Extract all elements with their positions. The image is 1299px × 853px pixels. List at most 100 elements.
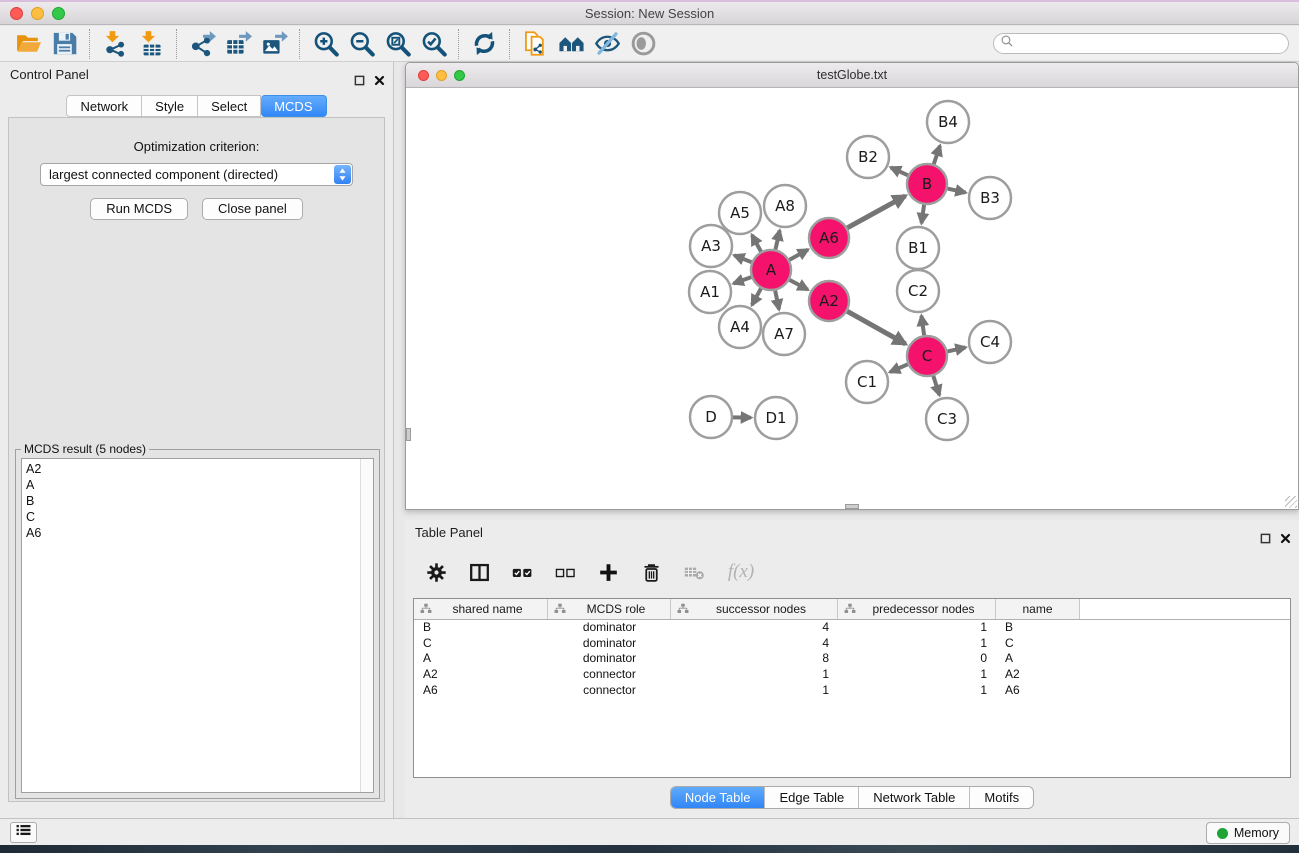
tab-mcds[interactable]: MCDS <box>261 95 326 117</box>
table-row[interactable]: Adominator80A <box>414 651 1290 667</box>
graph-node-D1[interactable]: D1 <box>755 397 797 439</box>
splitter-grip[interactable] <box>845 504 859 509</box>
criterion-dropdown[interactable]: largest connected component (directed) <box>40 163 353 186</box>
table-row[interactable]: Cdominator41C <box>414 636 1290 652</box>
graph-node-A1[interactable]: A1 <box>689 271 731 313</box>
search-input[interactable] <box>1018 37 1282 51</box>
column-header-predecessor-nodes[interactable]: predecessor nodes <box>838 599 996 619</box>
graph-edge-A2-C[interactable] <box>847 311 905 344</box>
mcds-result-item[interactable]: B <box>22 493 373 509</box>
select-all-columns-icon[interactable] <box>509 559 535 585</box>
network-canvas[interactable]: AA1A2A3A4A5A6A7A8BB1B2B3B4CC1C2C3C4DD1 <box>406 89 1298 509</box>
graph-edge-A-A8[interactable] <box>775 230 779 249</box>
column-header-MCDS-role[interactable]: MCDS role <box>548 599 671 619</box>
mcds-result-item[interactable]: A6 <box>22 525 373 541</box>
graph-node-C2[interactable]: C2 <box>897 270 939 312</box>
graph-node-D[interactable]: D <box>690 396 732 438</box>
maximize-network-window-button[interactable] <box>454 70 465 81</box>
graph-edge-A-A6[interactable] <box>789 250 808 260</box>
minimize-window-button[interactable] <box>31 7 44 20</box>
show-columns-icon[interactable] <box>466 559 492 585</box>
clone-network-icon[interactable] <box>517 29 553 59</box>
mcds-result-item[interactable]: A2 <box>22 461 373 477</box>
tab-node-table[interactable]: Node Table <box>671 787 765 808</box>
tab-motifs[interactable]: Motifs <box>969 787 1033 808</box>
graph-edge-B-B1[interactable] <box>921 205 924 223</box>
table-row[interactable]: A2connector11A2 <box>414 667 1290 683</box>
table-row[interactable]: Bdominator41B <box>414 620 1290 636</box>
minimize-network-window-button[interactable] <box>436 70 447 81</box>
column-header-name[interactable]: name <box>996 599 1080 619</box>
export-table-icon[interactable] <box>220 29 256 59</box>
apply-layout-icon[interactable] <box>466 29 502 59</box>
tab-network-table[interactable]: Network Table <box>858 787 969 808</box>
close-window-button[interactable] <box>10 7 23 20</box>
close-panel-icon[interactable] <box>374 69 385 95</box>
graph-node-A2[interactable]: A2 <box>809 281 849 321</box>
run-mcds-button[interactable]: Run MCDS <box>90 198 188 220</box>
graph-edge-A-A5[interactable] <box>752 235 761 252</box>
graph-node-B4[interactable]: B4 <box>927 101 969 143</box>
graph-node-C[interactable]: C <box>907 336 947 376</box>
graph-edge-A-A3[interactable] <box>734 255 751 262</box>
graph-edge-B-B4[interactable] <box>934 146 940 164</box>
graph-node-C4[interactable]: C4 <box>969 321 1011 363</box>
tab-select[interactable]: Select <box>198 95 261 117</box>
unselect-all-columns-icon[interactable] <box>552 559 578 585</box>
open-session-icon[interactable] <box>10 29 46 59</box>
import-network-icon[interactable] <box>97 29 133 59</box>
hide-details-icon[interactable] <box>589 29 625 59</box>
tab-edge-table[interactable]: Edge Table <box>764 787 858 808</box>
import-table-icon[interactable] <box>133 29 169 59</box>
graph-node-A3[interactable]: A3 <box>690 225 732 267</box>
graph-node-B2[interactable]: B2 <box>847 136 889 178</box>
graph-edge-C-C1[interactable] <box>890 364 908 372</box>
graph-edge-C-C4[interactable] <box>947 347 965 351</box>
close-panel-button[interactable]: Close panel <box>202 198 303 220</box>
scrollbar[interactable] <box>360 459 373 792</box>
graph-edge-A-A2[interactable] <box>790 280 808 290</box>
network-graph[interactable]: AA1A2A3A4A5A6A7A8BB1B2B3B4CC1C2C3C4DD1 <box>406 89 1298 509</box>
graph-node-C1[interactable]: C1 <box>846 361 888 403</box>
delete-columns-icon[interactable] <box>638 559 664 585</box>
graph-edge-B-B2[interactable] <box>891 167 908 175</box>
graph-node-A5[interactable]: A5 <box>719 192 761 234</box>
task-history-button[interactable] <box>10 822 37 843</box>
splitter-grip[interactable] <box>406 428 411 441</box>
graph-node-B3[interactable]: B3 <box>969 177 1011 219</box>
network-window-titlebar[interactable]: testGlobe.txt <box>406 63 1298 88</box>
graph-edge-A-A4[interactable] <box>752 288 761 305</box>
tab-network[interactable]: Network <box>66 95 142 117</box>
column-header-successor-nodes[interactable]: successor nodes <box>671 599 838 619</box>
zoom-out-icon[interactable] <box>343 29 379 59</box>
graph-edge-C-C2[interactable] <box>921 316 924 335</box>
close-network-window-button[interactable] <box>418 70 429 81</box>
graph-node-A6[interactable]: A6 <box>809 218 849 258</box>
float-panel-icon[interactable] <box>354 69 365 95</box>
memory-button[interactable]: Memory <box>1206 822 1290 844</box>
table-settings-icon[interactable] <box>423 559 449 585</box>
tab-style[interactable]: Style <box>142 95 198 117</box>
graph-edge-C-C3[interactable] <box>933 376 939 395</box>
graph-node-A7[interactable]: A7 <box>763 313 805 355</box>
graph-edge-A-A7[interactable] <box>775 291 779 310</box>
column-header-shared-name[interactable]: shared name <box>414 599 548 619</box>
graph-edge-A-A1[interactable] <box>734 277 752 283</box>
export-image-icon[interactable] <box>256 29 292 59</box>
graph-edge-A6-B[interactable] <box>847 196 905 228</box>
graph-node-A4[interactable]: A4 <box>719 306 761 348</box>
graph-node-A8[interactable]: A8 <box>764 185 806 227</box>
create-column-icon[interactable] <box>595 559 621 585</box>
graph-node-B[interactable]: B <box>907 164 947 204</box>
graph-node-A[interactable]: A <box>751 250 791 290</box>
zoom-in-icon[interactable] <box>307 29 343 59</box>
graph-node-B1[interactable]: B1 <box>897 227 939 269</box>
show-details-icon[interactable] <box>625 29 661 59</box>
search-box[interactable] <box>993 33 1289 54</box>
export-network-icon[interactable] <box>184 29 220 59</box>
zoom-selected-icon[interactable] <box>415 29 451 59</box>
graph-edge-B-B3[interactable] <box>947 189 965 193</box>
zoom-fit-icon[interactable] <box>379 29 415 59</box>
mcds-result-item[interactable]: C <box>22 509 373 525</box>
save-session-icon[interactable] <box>46 29 82 59</box>
